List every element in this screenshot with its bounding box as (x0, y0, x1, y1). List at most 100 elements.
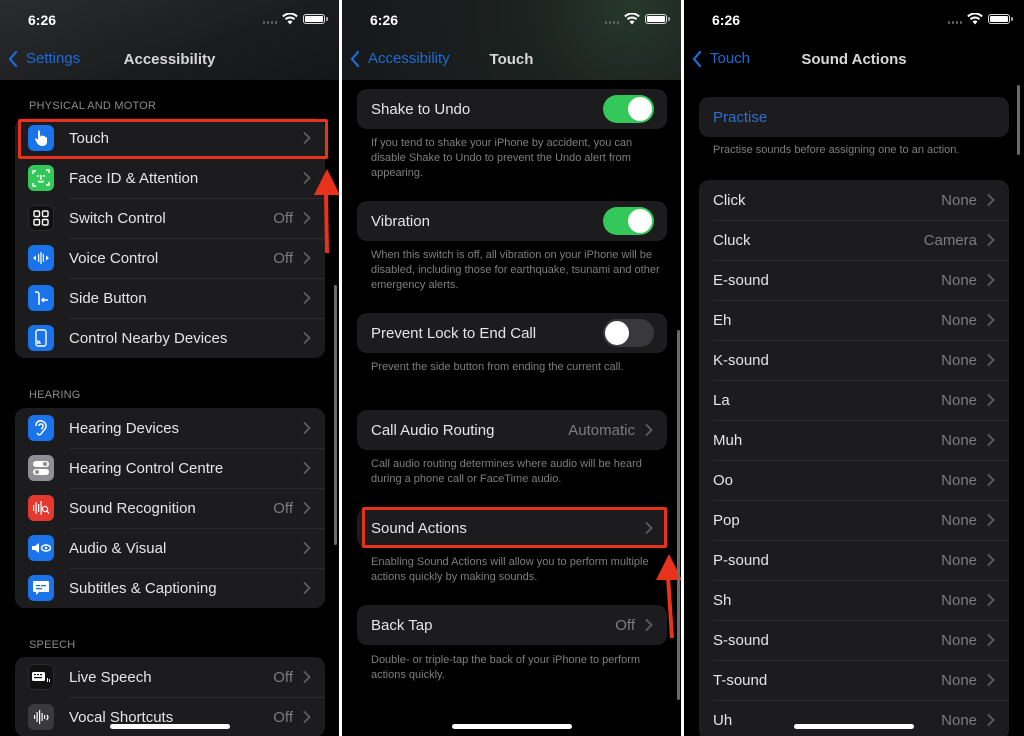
settings-item-hearing-devices[interactable]: Hearing Devices (15, 408, 325, 448)
physical-motor-group: Touch Face ID & Attention Switch Control Of… (15, 118, 325, 358)
sound-label: La (713, 391, 730, 409)
setting-prevent-lock-to-end-call: Prevent Lock to End Call (357, 313, 667, 353)
item-label: Control Nearby Devices (69, 329, 228, 347)
sound-label: K-sound (713, 351, 769, 369)
sound-item-t-sound[interactable]: T-sound None (699, 660, 1009, 700)
sound-item-cluck[interactable]: Cluck Camera (699, 220, 1009, 260)
sound-item-click[interactable]: Click None (699, 180, 1009, 220)
sound-item-s-sound[interactable]: S-sound None (699, 620, 1009, 660)
face-id-icon (28, 165, 54, 191)
chevron-right-icon (987, 514, 995, 526)
shake-to-undo-toggle[interactable] (603, 95, 654, 123)
sound-item-p-sound[interactable]: P-sound None (699, 540, 1009, 580)
chevron-right-icon (987, 634, 995, 646)
chevron-right-icon (303, 212, 311, 224)
setting-sound-actions[interactable]: Sound Actions (357, 508, 667, 548)
setting-back-tap[interactable]: Back Tap Off (357, 605, 667, 645)
sound-label: Oo (713, 471, 734, 489)
sound-action-value: None (941, 671, 977, 689)
chevron-right-icon (645, 522, 653, 534)
item-label: Sound Recognition (69, 499, 196, 517)
chevron-right-icon (987, 394, 995, 406)
practise-button[interactable]: Practise (699, 97, 1009, 137)
chevron-right-icon (987, 434, 995, 446)
setting-footnote: Enabling Sound Actions will allow you to… (371, 556, 649, 583)
chevron-right-icon (303, 292, 311, 304)
setting-label: Vibration (371, 212, 430, 230)
cellular-signal-icon (605, 14, 619, 24)
navigation-bar: 6:26 Settings Accessibility (0, 0, 339, 80)
keyboard-speech-icon (28, 664, 54, 690)
sound-item-uh[interactable]: Uh None (699, 700, 1009, 736)
setting-footnote: Prevent the side button from ending the … (371, 361, 624, 373)
home-indicator[interactable] (110, 724, 230, 729)
switch-grid-icon (28, 205, 54, 231)
sound-action-value: None (941, 351, 977, 369)
setting-footnote: Call audio routing determines where audi… (371, 458, 642, 485)
settings-item-face-id-attention[interactable]: Face ID & Attention (15, 158, 325, 198)
settings-item-subtitles-captioning[interactable]: Subtitles & Captioning (15, 568, 325, 608)
settings-item-live-speech[interactable]: Live Speech Off (15, 657, 325, 697)
chevron-right-icon (303, 462, 311, 474)
status-time: 6:26 (712, 12, 741, 28)
vibration-toggle[interactable] (603, 207, 654, 235)
settings-item-hearing-control-centre[interactable]: Hearing Control Centre (15, 448, 325, 488)
chevron-right-icon (987, 274, 995, 286)
chevron-right-icon (303, 422, 311, 434)
item-label: Hearing Control Centre (69, 459, 224, 477)
sound-item-la[interactable]: La None (699, 380, 1009, 420)
setting-footnote: Double- or triple-tap the back of your i… (371, 654, 641, 681)
sound-action-value: None (941, 591, 977, 609)
ear-icon (28, 415, 54, 441)
scrollbar[interactable] (677, 330, 680, 700)
settings-item-sound-recognition[interactable]: Sound Recognition Off (15, 488, 325, 528)
sound-item-eh[interactable]: Eh None (699, 300, 1009, 340)
sound-item-muh[interactable]: Muh None (699, 420, 1009, 460)
setting-footnote: If you tend to shake your iPhone by acci… (371, 137, 633, 179)
page-title: Touch (489, 51, 534, 68)
prevent-lock-to-end-call-toggle[interactable] (603, 319, 654, 347)
settings-item-voice-control[interactable]: Voice Control Off (15, 238, 325, 278)
status-icons (948, 13, 1013, 25)
settings-item-vocal-shortcuts[interactable]: Vocal Shortcuts Off (15, 697, 325, 736)
scrollbar[interactable] (334, 285, 337, 545)
sound-item-pop[interactable]: Pop None (699, 500, 1009, 540)
settings-item-switch-control[interactable]: Switch Control Off (15, 198, 325, 238)
chevron-right-icon (987, 194, 995, 206)
sound-item-k-sound[interactable]: K-sound None (699, 340, 1009, 380)
item-label: Voice Control (69, 249, 159, 267)
chevron-right-icon (987, 314, 995, 326)
item-value: Off (273, 249, 293, 267)
settings-item-audio-visual[interactable]: Audio & Visual (15, 528, 325, 568)
setting-call-audio-routing[interactable]: Call Audio Routing Automatic (357, 410, 667, 450)
settings-item-control-nearby-devices[interactable]: Control Nearby Devices (15, 318, 325, 358)
sound-item-sh[interactable]: Sh None (699, 580, 1009, 620)
wifi-icon (624, 13, 640, 25)
wifi-icon (967, 13, 983, 25)
home-indicator[interactable] (794, 724, 914, 729)
cellular-signal-icon (263, 14, 277, 24)
status-icons (263, 13, 328, 25)
chevron-right-icon (987, 474, 995, 486)
settings-item-touch[interactable]: Touch (15, 118, 325, 158)
home-indicator[interactable] (452, 724, 572, 729)
sound-actions-screen: 6:26 Touch Sound Actions Practise Practi… (684, 0, 1024, 736)
annotation-arrow (314, 169, 339, 254)
chevron-right-icon (303, 252, 311, 264)
item-value: Off (273, 499, 293, 517)
scrollbar[interactable] (1017, 85, 1020, 155)
sound-list: Click None Cluck Camera E-sound None Eh None K-s… (699, 180, 1009, 736)
sound-action-value: None (941, 711, 977, 729)
sound-action-value: None (941, 271, 977, 289)
settings-item-side-button[interactable]: Side Button (15, 278, 325, 318)
hearing-group: Hearing Devices Hearing Control Centre Sou… (15, 408, 325, 608)
battery-icon (645, 14, 670, 24)
sound-item-e-sound[interactable]: E-sound None (699, 260, 1009, 300)
sound-label: Sh (713, 591, 732, 609)
setting-vibration: Vibration (357, 201, 667, 241)
navigation-bar: 6:26 Touch Sound Actions (684, 0, 1024, 80)
item-value: Off (273, 708, 293, 726)
setting-shake-to-undo: Shake to Undo (357, 89, 667, 129)
navigation-bar: 6:26 Accessibility Touch (342, 0, 681, 80)
sound-item-oo[interactable]: Oo None (699, 460, 1009, 500)
